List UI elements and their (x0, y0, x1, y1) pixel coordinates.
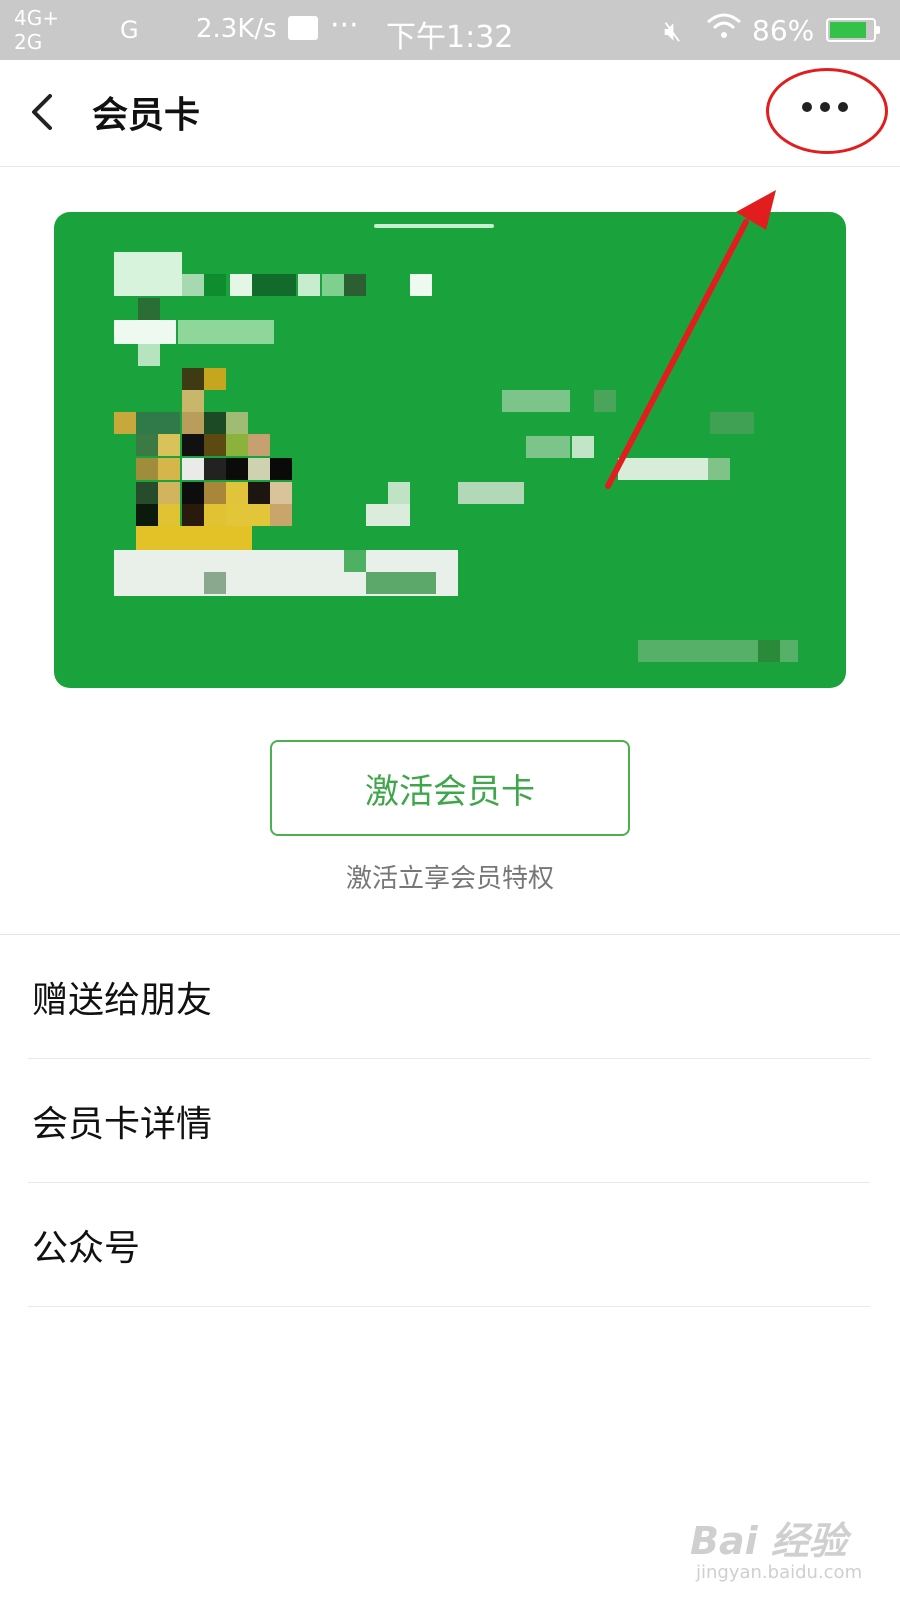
pixel-block (204, 572, 226, 594)
pixel-block (226, 412, 248, 434)
pixel-block (182, 412, 204, 434)
pixel-block (182, 458, 204, 480)
pixel-block (158, 504, 180, 526)
watermark: Bai 经验 jingyan.baidu.com (690, 1500, 890, 1590)
network-4g-label: 4G+ (14, 6, 59, 30)
membership-card[interactable] (54, 212, 846, 688)
pixel-block (526, 436, 570, 458)
pixel-block (158, 482, 180, 504)
pixel-block (248, 482, 270, 504)
battery-icon (826, 18, 880, 42)
pixel-block (618, 458, 708, 480)
pixel-block (158, 458, 180, 480)
pixel-block (458, 482, 524, 504)
menu-item-card-details[interactable]: 会员卡详情 (0, 1059, 900, 1183)
card-menu-list: 赠送给朋友 会员卡详情 公众号 (0, 935, 900, 1307)
network-speed: 2.3K/s (196, 14, 277, 44)
pixel-block (758, 640, 780, 662)
pixel-block (270, 504, 292, 526)
menu-item-label: 公众号 (32, 1228, 141, 1269)
mute-icon: 🔇︎ (664, 14, 682, 47)
pixel-block (182, 390, 204, 412)
pixel-block (136, 412, 180, 434)
page-title: 会员卡 (92, 95, 201, 136)
nav-bar: 会员卡 (0, 60, 900, 167)
watermark-logo: Bai 经验 (690, 1519, 847, 1563)
back-button[interactable] (28, 92, 58, 132)
menu-item-label: 赠送给朋友 (32, 980, 213, 1021)
pixel-block (114, 320, 176, 344)
pixel-block (204, 458, 226, 480)
pixel-block (204, 504, 226, 526)
pixel-block (230, 274, 252, 296)
pixel-block (136, 458, 158, 480)
activate-card-button[interactable]: 激活会员卡 (270, 740, 630, 836)
pixel-block (204, 482, 226, 504)
pixel-block (344, 550, 366, 572)
pixel-block (178, 320, 274, 344)
pixel-block (226, 458, 248, 480)
pixel-block (182, 274, 204, 296)
pixel-block (388, 482, 410, 504)
pixel-block (138, 298, 160, 320)
pixel-block (114, 412, 136, 434)
pixel-block (322, 274, 344, 296)
mail-icon (288, 16, 318, 40)
pixel-block (204, 368, 226, 390)
menu-item-label: 会员卡详情 (32, 1104, 213, 1145)
pixel-block (594, 390, 616, 412)
battery-tip (876, 26, 880, 34)
menu-item-official-account[interactable]: 公众号 (0, 1183, 900, 1307)
pixel-block (138, 344, 160, 366)
network-2g-label: 2G (14, 30, 43, 54)
pixel-block (710, 412, 754, 434)
pixel-block (136, 504, 158, 526)
pixel-block (270, 458, 292, 480)
pixel-block (204, 274, 226, 296)
pixel-block (270, 482, 292, 504)
pixel-block (226, 482, 248, 504)
pixel-block (298, 274, 320, 296)
pixel-block (502, 390, 570, 412)
pixel-block (204, 412, 226, 434)
pixel-block (182, 368, 204, 390)
pixel-block (114, 252, 182, 296)
chevron-left-icon (32, 94, 52, 130)
pixel-block (366, 572, 436, 594)
card-highlight (374, 224, 494, 228)
pixel-block (344, 274, 366, 296)
more-icon (802, 102, 848, 112)
pixel-block (226, 434, 248, 456)
pixel-block (572, 436, 594, 458)
status-bar: 4G+ 2G G 2.3K/s ··· 下午1:32 🔇︎ 86% (0, 0, 900, 60)
pixel-block (252, 274, 296, 296)
more-notifications-icon: ··· (330, 8, 359, 43)
more-options-button[interactable] (766, 68, 892, 158)
activate-subtitle: 激活立享会员特权 (345, 864, 554, 894)
pixel-block (182, 482, 204, 504)
network-indicator: 4G+ 2G (14, 6, 59, 54)
pixel-block (136, 526, 252, 550)
battery-level (830, 22, 867, 38)
pixel-block (410, 274, 432, 296)
pixel-block (136, 434, 158, 456)
pixel-block (226, 504, 270, 526)
pixel-block (182, 504, 204, 526)
pixel-block (366, 504, 410, 526)
menu-item-gift-to-friend[interactable]: 赠送给朋友 (0, 935, 900, 1059)
wifi-icon (706, 12, 742, 47)
pixel-block (158, 434, 180, 456)
network-g-label: G (120, 16, 139, 44)
pixel-block (204, 434, 226, 456)
pixel-block (182, 434, 204, 456)
clock: 下午1:32 (386, 20, 514, 55)
pixel-block (136, 482, 158, 504)
pixel-block (708, 458, 730, 480)
pixel-block (248, 458, 270, 480)
pixel-block (248, 434, 270, 456)
watermark-url: jingyan.baidu.com (696, 1562, 863, 1583)
battery-percent: 86% (752, 14, 815, 47)
